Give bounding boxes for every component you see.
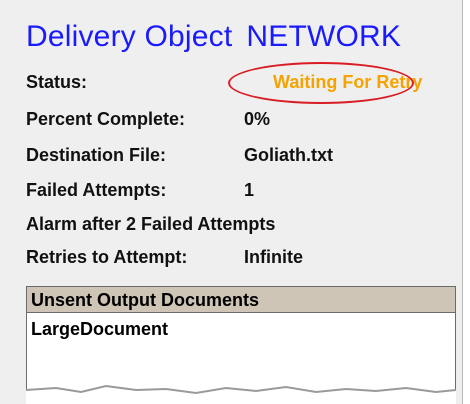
failed-attempts-value: 1 (244, 180, 255, 200)
list-item[interactable]: LargeDocument (31, 317, 168, 341)
status-label: Status: (26, 72, 88, 92)
delivery-object-name: NETWORK (246, 20, 402, 53)
panel-header: Delivery Object NETWORK (26, 20, 401, 60)
destination-file-value: Goliath.txt (244, 145, 333, 165)
retries-value: Infinite (244, 247, 303, 267)
destination-file-label: Destination File: (26, 145, 167, 165)
alarm-note: Alarm after 2 Failed Attempts (26, 214, 276, 234)
retries-label: Retries to Attempt: (26, 247, 188, 267)
unsent-documents-header: Unsent Output Documents (27, 287, 455, 313)
failed-attempts-label: Failed Attempts: (26, 180, 167, 200)
header-title: Delivery Object (26, 20, 233, 53)
percent-complete-value: 0% (244, 109, 271, 129)
percent-complete-label: Percent Complete: (26, 109, 186, 129)
delivery-object-panel: Delivery Object NETWORK Status: Waiting F… (0, 0, 462, 404)
panel-right-border (462, 0, 463, 404)
torn-edge-decoration (26, 384, 456, 404)
status-highlight-annotation (228, 62, 414, 104)
